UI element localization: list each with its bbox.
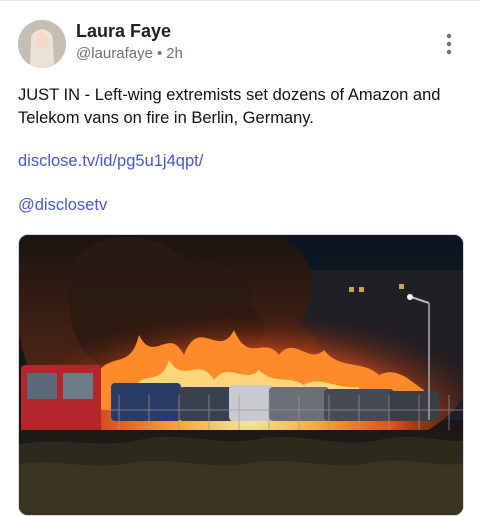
more-options-button[interactable] — [442, 32, 456, 56]
post-time: 2h — [166, 45, 183, 62]
post-link[interactable]: disclose.tv/id/pg5u1j4qpt/ — [18, 152, 203, 171]
meta-separator: • — [156, 45, 163, 62]
post-mention[interactable]: @disclosetv — [18, 196, 107, 215]
more-vertical-icon — [442, 32, 456, 56]
avatar[interactable] — [18, 20, 66, 68]
post-meta: @laurafaye • 2h — [76, 45, 183, 62]
post-text: JUST IN - Left-wing extremists set dozen… — [18, 86, 441, 127]
post-header: Laura Faye @laurafaye • 2h — [18, 18, 468, 70]
author-name[interactable]: Laura Faye — [76, 21, 171, 42]
media-image[interactable] — [18, 234, 464, 516]
author-handle[interactable]: @laurafaye — [76, 45, 153, 62]
top-divider — [0, 0, 480, 1]
